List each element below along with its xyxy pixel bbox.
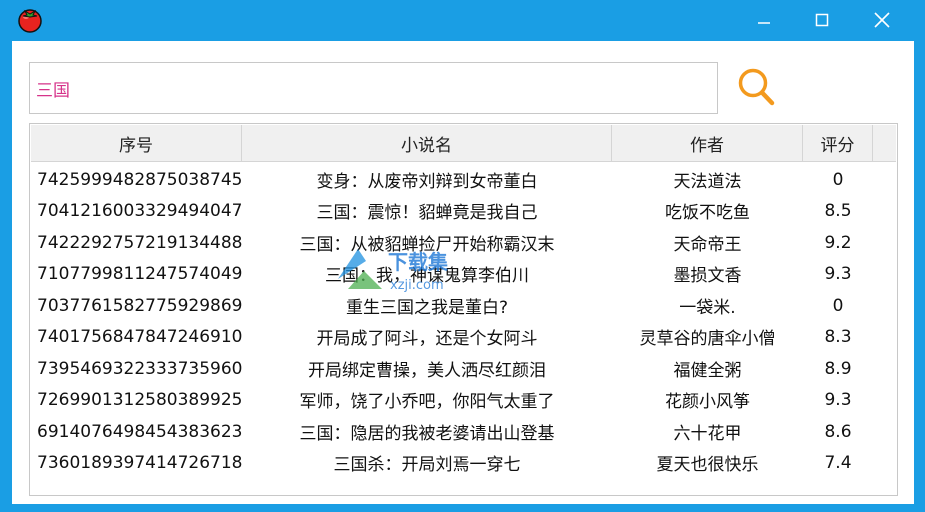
column-header-score[interactable]: 评分 (803, 125, 873, 162)
title-bar[interactable] (0, 0, 925, 40)
cell-score: 8.3 (824, 326, 852, 347)
table-row[interactable]: 7422292757219134488 三国：从被貂蝉捡尸开始称霸汉末 天命帝王… (31, 227, 896, 258)
cell-score: 9.2 (824, 232, 852, 253)
cell-author: 天命帝王 (673, 235, 742, 255)
maximize-icon (815, 13, 829, 27)
column-header-author[interactable]: 作者 (612, 125, 803, 162)
cell-title: 三国杀：开局刘焉一穿七 (333, 455, 521, 475)
cell-id: 7041216003329494047 (37, 200, 243, 221)
table-row[interactable]: 7037761582775929869 重生三国之我是董白? 一袋米. 0 (31, 290, 896, 321)
cell-author: 灵草谷的唐伞小僧 (639, 329, 776, 349)
app-window: 序号 小说名 作者 评分 7425999482875038745 变身：从废帝刘… (0, 0, 925, 512)
cell-score: 8.5 (824, 200, 852, 221)
table-row[interactable]: 7041216003329494047 三国：震惊！貂蝉竟是我自己 吃饭不吃鱼 … (31, 195, 896, 226)
table-row[interactable]: 6914076498454383623 三国：隐居的我被老婆请出山登基 六十花甲… (31, 416, 896, 447)
cell-title: 变身：从废帝刘辩到女帝董白 (316, 172, 538, 192)
cell-score: 7.4 (824, 452, 852, 473)
cell-author: 墨损文香 (673, 266, 742, 286)
cell-title: 三国：震惊！貂蝉竟是我自己 (316, 203, 538, 223)
cell-score: 9.3 (824, 263, 852, 284)
main-panel: 序号 小说名 作者 评分 7425999482875038745 变身：从废帝刘… (12, 41, 914, 504)
cell-id: 7107799811247574049 (37, 263, 243, 284)
column-header-title[interactable]: 小说名 (242, 125, 612, 162)
cell-id: 6914076498454383623 (37, 421, 243, 442)
cell-score: 9.3 (824, 389, 852, 410)
cell-author: 夏天也很快乐 (656, 455, 759, 475)
cell-author: 吃饭不吃鱼 (665, 203, 750, 223)
cell-author: 花颜小风筝 (665, 392, 750, 412)
cell-title: 开局绑定曹操，美人洒尽红颜泪 (308, 361, 546, 381)
cell-score: 0 (832, 169, 844, 190)
cell-title: 三国：隐居的我被老婆请出山登基 (299, 424, 555, 444)
search-input[interactable] (29, 62, 718, 114)
table-row[interactable]: 7107799811247574049 三国：我，神谋鬼算李伯川 墨损文香 9.… (31, 258, 896, 289)
results-table[interactable]: 序号 小说名 作者 评分 7425999482875038745 变身：从废帝刘… (29, 123, 898, 496)
tomato-icon (18, 9, 42, 33)
table-row[interactable]: 7269901312580389925 军师，饶了小乔吧，你阳气太重了 花颜小风… (31, 384, 896, 415)
cell-score: 8.9 (824, 358, 852, 379)
cell-id: 7422292757219134488 (37, 232, 243, 253)
cell-id: 7401756847847246910 (37, 326, 243, 347)
cell-score: 0 (832, 295, 844, 316)
table-row[interactable]: 7401756847847246910 开局成了阿斗，还是个女阿斗 灵草谷的唐伞… (31, 321, 896, 352)
cell-title: 三国：从被貂蝉捡尸开始称霸汉末 (299, 235, 555, 255)
cell-score: 8.6 (824, 421, 852, 442)
cell-id: 7037761582775929869 (37, 295, 243, 316)
magnifier-icon (738, 68, 775, 106)
cell-author: 福健全粥 (673, 361, 742, 381)
cell-author: 一袋米. (679, 298, 736, 318)
table-row[interactable]: 7395469322333735960 开局绑定曹操，美人洒尽红颜泪 福健全粥 … (31, 353, 896, 384)
cell-title: 军师，饶了小乔吧，你阳气太重了 (299, 392, 555, 412)
minimize-button[interactable] (735, 0, 793, 40)
table-row[interactable]: 7425999482875038745 变身：从废帝刘辩到女帝董白 天法道法 0 (31, 164, 896, 195)
table-row[interactable]: 7360189397414726718 三国杀：开局刘焉一穿七 夏天也很快乐 7… (31, 447, 896, 478)
maximize-button[interactable] (793, 0, 851, 40)
close-icon (874, 12, 890, 28)
close-button[interactable] (853, 0, 911, 40)
cell-author: 天法道法 (673, 172, 742, 192)
cell-title: 三国：我，神谋鬼算李伯川 (325, 266, 529, 286)
cell-id: 7360189397414726718 (37, 452, 243, 473)
search-button[interactable] (736, 65, 780, 109)
cell-id: 7425999482875038745 (37, 169, 243, 190)
minimize-icon (758, 22, 770, 24)
table-header: 序号 小说名 作者 评分 (31, 125, 896, 162)
cell-author: 六十花甲 (673, 424, 742, 444)
cell-id: 7395469322333735960 (37, 358, 243, 379)
cell-title: 开局成了阿斗，还是个女阿斗 (316, 329, 538, 349)
cell-id: 7269901312580389925 (37, 389, 243, 410)
cell-title: 重生三国之我是董白? (345, 298, 509, 318)
column-header-id[interactable]: 序号 (31, 125, 242, 162)
